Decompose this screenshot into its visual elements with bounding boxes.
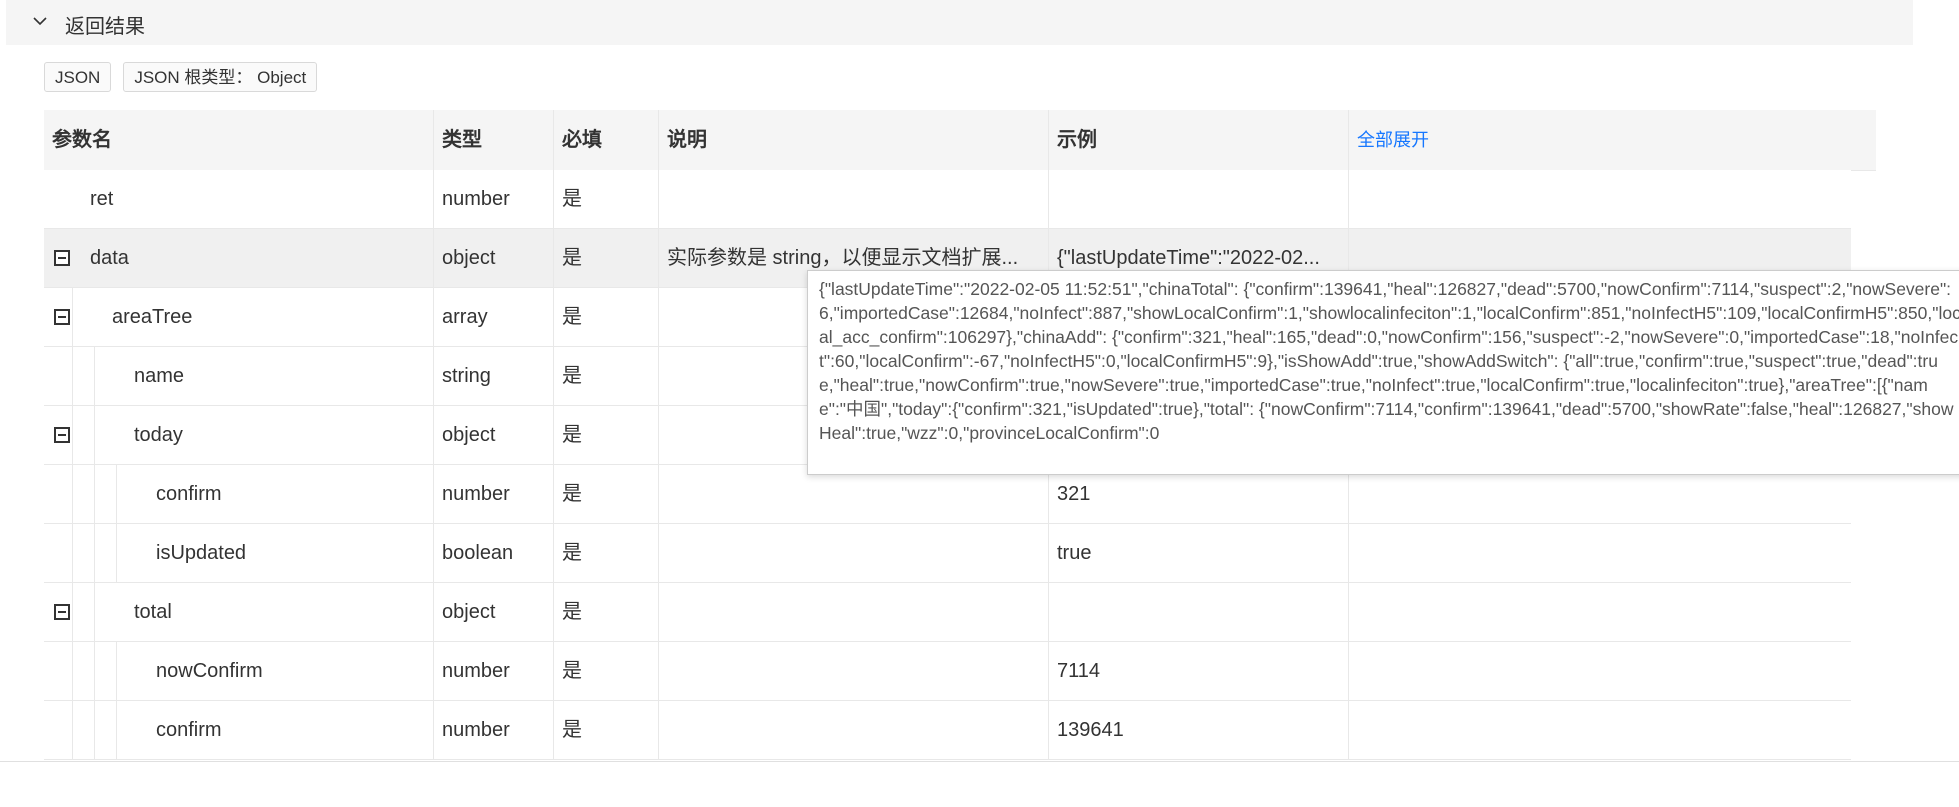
param-required: 是 [554, 465, 659, 523]
type-tags: JSON JSON 根类型： Object [44, 62, 329, 92]
json-tag: JSON [44, 62, 112, 92]
table-row: nowConfirm number 是 7114 [44, 642, 1851, 701]
return-result-header[interactable]: 返回结果 [6, 0, 1913, 45]
param-name: data [90, 247, 129, 269]
param-type: number [434, 701, 554, 759]
table-row: total object 是 [44, 583, 1851, 642]
table-row: ret number 是 [44, 170, 1851, 229]
param-example: 139641 [1049, 701, 1349, 759]
table-header: 参数名 类型 必填 说明 示例 全部展开 [44, 110, 1876, 171]
param-description [659, 701, 1049, 759]
param-type: object [434, 229, 554, 287]
param-description [659, 524, 1049, 582]
header-type: 类型 [434, 110, 554, 170]
param-required: 是 [554, 524, 659, 582]
param-required: 是 [554, 583, 659, 641]
divider [0, 761, 1959, 762]
param-required: 是 [554, 229, 659, 287]
param-type: number [434, 465, 554, 523]
chevron-down-icon[interactable] [32, 13, 48, 29]
table-row: confirm number 是 139641 [44, 701, 1851, 760]
param-required: 是 [554, 701, 659, 759]
param-description [659, 583, 1049, 641]
param-name: today [134, 424, 183, 446]
collapse-icon[interactable] [54, 427, 70, 443]
param-type: array [434, 288, 554, 346]
param-name: areaTree [112, 306, 193, 328]
header-required: 必填 [554, 110, 659, 170]
section-title: 返回结果 [65, 16, 145, 38]
param-name: confirm [156, 719, 222, 741]
param-required: 是 [554, 288, 659, 346]
param-name: total [134, 601, 172, 623]
param-required: 是 [554, 347, 659, 405]
table-row: isUpdated boolean 是 true [44, 524, 1851, 583]
header-param-name: 参数名 [44, 110, 434, 170]
param-name: nowConfirm [156, 660, 263, 682]
param-description [659, 170, 1049, 228]
param-example [1049, 170, 1349, 228]
param-type: boolean [434, 524, 554, 582]
param-example: true [1049, 524, 1349, 582]
header-description: 说明 [659, 110, 1049, 170]
collapse-icon[interactable] [54, 250, 70, 266]
param-example [1049, 583, 1349, 641]
param-type: object [434, 583, 554, 641]
param-required: 是 [554, 406, 659, 464]
param-type: number [434, 642, 554, 700]
root-type-tag: JSON 根类型： Object [123, 62, 318, 92]
expand-all-link[interactable]: 全部展开 [1349, 110, 1749, 170]
header-example: 示例 [1049, 110, 1349, 170]
param-required: 是 [554, 170, 659, 228]
param-type: number [434, 170, 554, 228]
param-type: object [434, 406, 554, 464]
param-name: isUpdated [156, 542, 247, 564]
param-example: 7114 [1049, 642, 1349, 700]
param-type: string [434, 347, 554, 405]
param-name: name [134, 365, 185, 387]
example-tooltip: {"lastUpdateTime":"2022-02-05 11:52:51",… [807, 270, 1959, 475]
param-required: 是 [554, 642, 659, 700]
collapse-icon[interactable] [54, 309, 70, 325]
collapse-icon[interactable] [54, 604, 70, 620]
param-name: confirm [156, 483, 222, 505]
param-description [659, 642, 1049, 700]
